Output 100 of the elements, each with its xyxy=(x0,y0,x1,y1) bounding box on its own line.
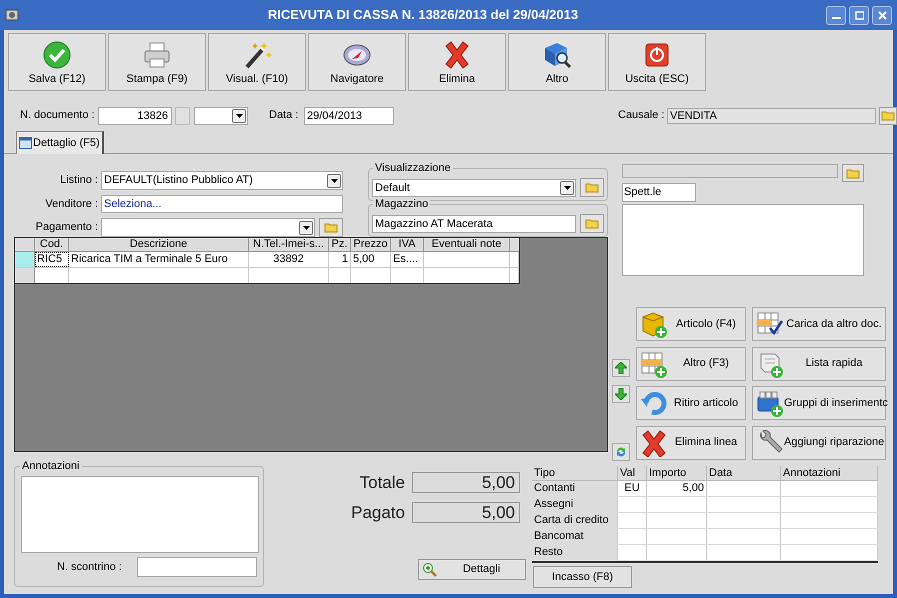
toolbar-button[interactable]: Elimina xyxy=(408,33,506,91)
row-header: Contanti xyxy=(532,481,618,496)
window-icon xyxy=(19,137,32,149)
row-selector[interactable] xyxy=(15,252,35,267)
row-header: Bancomat xyxy=(532,529,618,544)
grid-plus-icon xyxy=(640,350,668,378)
folder-button[interactable] xyxy=(879,106,897,124)
column-header: Data xyxy=(707,466,781,480)
close-icon xyxy=(878,10,886,20)
tab[interactable]: Dettaglio (F5) xyxy=(16,131,104,154)
field-label: Data : xyxy=(269,108,300,124)
folder-icon xyxy=(846,168,860,178)
caret-icon xyxy=(564,186,570,190)
action-button[interactable]: Elimina linea xyxy=(636,426,746,460)
dropdown-button[interactable] xyxy=(560,181,574,195)
minimize-icon xyxy=(832,17,840,19)
salutation-field[interactable]: Spett.le xyxy=(622,183,696,202)
refresh-icon xyxy=(615,446,627,458)
series-dropdown[interactable] xyxy=(194,106,248,124)
row-header: Assegni xyxy=(532,497,618,512)
box-plus-icon xyxy=(756,389,784,417)
refresh-button[interactable] xyxy=(612,443,630,461)
table-cell: 5,00 xyxy=(647,481,707,496)
maximize-button[interactable] xyxy=(849,6,869,24)
move-down-button[interactable] xyxy=(612,385,630,403)
magazzino-field[interactable]: Magazzino AT Macerata xyxy=(372,215,576,233)
date-field[interactable]: 29/04/2013 xyxy=(304,106,394,124)
arrow-up-icon xyxy=(615,362,627,374)
toolbar-button[interactable]: Altro xyxy=(508,33,606,91)
table-cell: 5,00 xyxy=(351,252,391,267)
table-cell: 1 xyxy=(329,252,351,267)
action-button[interactable]: Altro (F3) xyxy=(636,346,746,380)
dettagli-button[interactable]: Dettagli xyxy=(418,559,526,580)
total-label: Pagato xyxy=(350,502,406,524)
action-button[interactable]: Lista rapida xyxy=(752,346,886,380)
column-header: Prezzo xyxy=(351,238,391,251)
row-header: Carta di credito xyxy=(532,513,618,528)
dropdown-button[interactable] xyxy=(327,174,341,188)
check-icon xyxy=(42,40,72,70)
action-button[interactable]: Gruppi di inserimentc xyxy=(752,386,886,420)
column-header: Val xyxy=(618,466,647,480)
document-number-field[interactable]: 13826 xyxy=(98,106,172,124)
column-header: Annotazioni xyxy=(781,466,878,480)
toolbar-button[interactable]: Stampa (F9) xyxy=(108,33,206,91)
address-field[interactable] xyxy=(622,204,864,276)
total-label: Totale xyxy=(358,472,406,494)
field-label: N. scontrino : xyxy=(57,560,123,575)
undo-arrow-icon xyxy=(640,389,668,417)
column-header: Importo xyxy=(647,466,707,480)
action-button[interactable]: Carica da altro doc. xyxy=(752,307,886,341)
group-legend: Magazzino xyxy=(373,198,430,210)
app-icon xyxy=(4,7,20,23)
folder-button[interactable] xyxy=(580,178,604,197)
recipient-field[interactable] xyxy=(622,164,838,178)
receipt-number-field[interactable] xyxy=(137,557,257,577)
field-label: Venditore : xyxy=(44,196,98,212)
column-header: Eventuali note xyxy=(424,238,510,251)
column-header: Descrizione xyxy=(69,238,249,251)
folder-button[interactable] xyxy=(842,164,864,182)
caret-icon xyxy=(236,114,242,118)
caret-icon xyxy=(330,178,338,182)
toolbar-button[interactable]: Salva (F12) xyxy=(8,33,106,91)
action-button[interactable]: Aggiungi riparazione xyxy=(752,426,886,460)
group-legend: Visualizzazione xyxy=(373,162,453,174)
table-cell: RIC5 xyxy=(35,252,69,267)
causale-field[interactable]: VENDITA xyxy=(667,108,876,124)
row-header: Resto xyxy=(532,545,618,560)
window-title: RICEVUTA DI CASSA N. 13826/2013 del 29/04/2013 xyxy=(266,6,580,24)
cross-icon xyxy=(640,428,668,456)
listino-dropdown[interactable]: DEFAULT(Listino Pubblico AT) xyxy=(101,171,343,190)
caret-icon xyxy=(302,226,310,230)
total-field: 5,00 xyxy=(412,472,520,493)
table-cell: Es.... xyxy=(391,252,424,267)
table-cell: Ricarica TIM a Terminale 5 Euro xyxy=(69,252,249,267)
close-button[interactable] xyxy=(872,6,892,24)
folder-button[interactable] xyxy=(319,218,343,237)
visualizzazione-dropdown[interactable]: Default xyxy=(372,179,576,197)
toolbar-button[interactable]: Navigatore xyxy=(308,33,406,91)
minimize-button[interactable] xyxy=(826,6,846,24)
column-header: IVA xyxy=(391,238,424,251)
field-label: Causale : xyxy=(618,108,666,124)
column-header: Cod. xyxy=(35,238,69,251)
dropdown-button[interactable] xyxy=(299,220,313,234)
row-selector[interactable] xyxy=(15,268,35,283)
toolbar-button[interactable]: Visual. (F10) xyxy=(208,33,306,91)
incasso-button[interactable]: Incasso (F8) xyxy=(533,566,632,588)
zoom-in-icon xyxy=(422,562,438,578)
folder-button[interactable] xyxy=(580,214,604,233)
small-button[interactable] xyxy=(175,106,190,124)
venditore-field[interactable]: Seleziona... xyxy=(101,195,343,213)
folder-icon xyxy=(585,182,599,193)
dropdown-button[interactable] xyxy=(232,108,246,122)
folder-icon xyxy=(324,222,338,233)
action-button[interactable]: Ritiro articolo xyxy=(636,386,746,420)
action-button[interactable]: Articolo (F4) xyxy=(636,307,746,341)
toolbar-button[interactable]: Uscita (ESC) xyxy=(608,33,706,91)
move-up-button[interactable] xyxy=(612,359,630,377)
annotations-field[interactable] xyxy=(21,476,259,553)
field-label: N. documento : xyxy=(20,108,96,124)
field-label: Pagamento : xyxy=(34,220,98,236)
